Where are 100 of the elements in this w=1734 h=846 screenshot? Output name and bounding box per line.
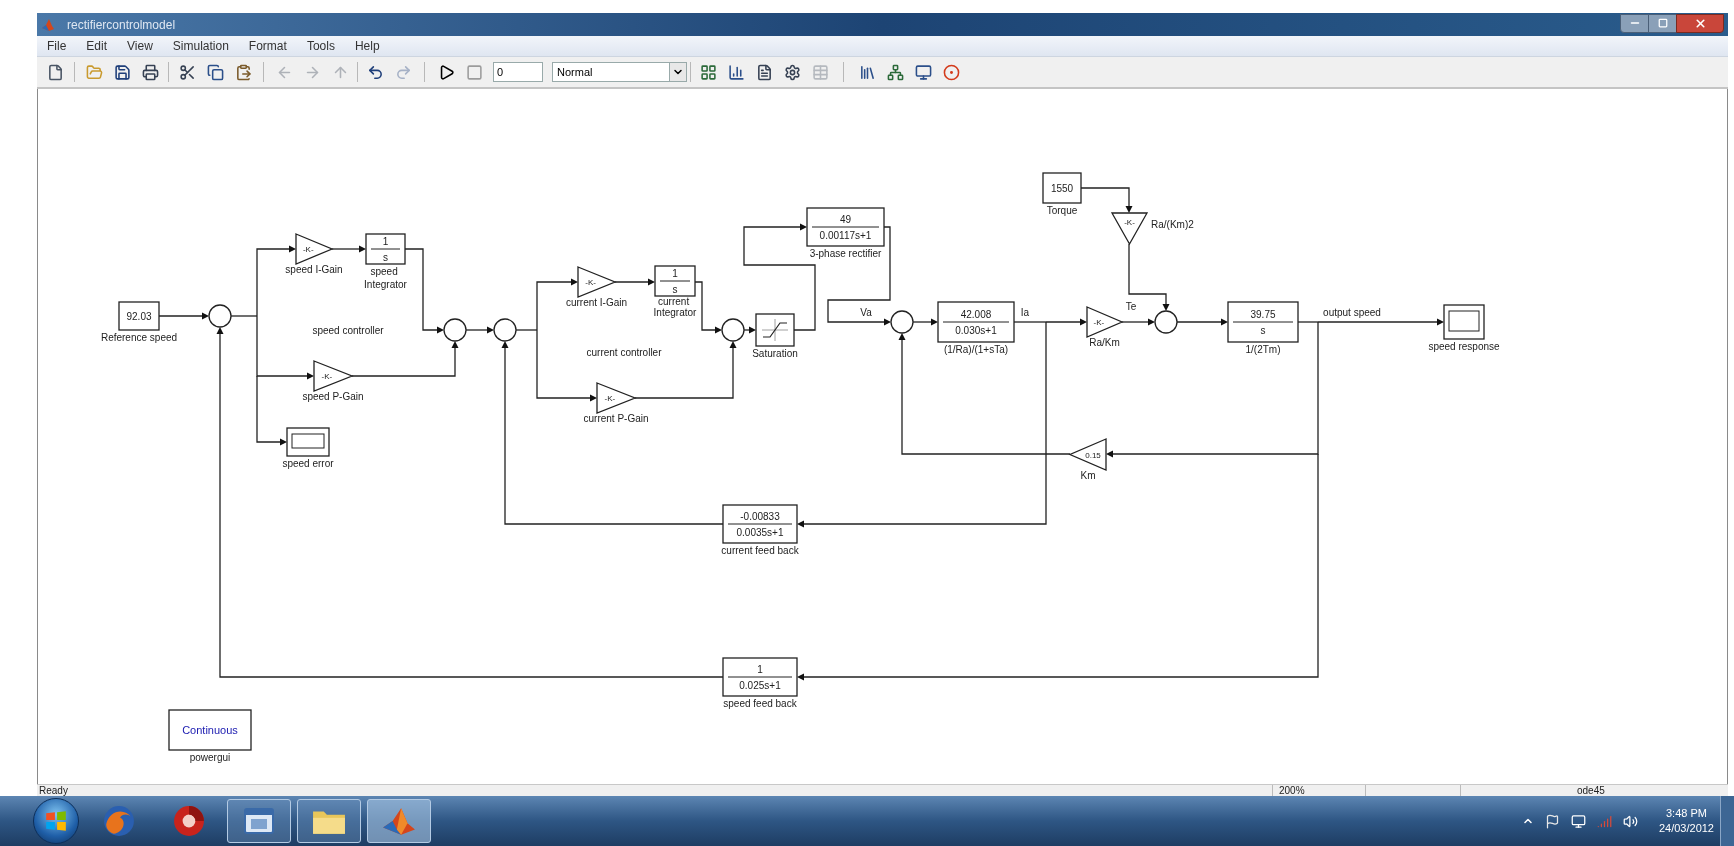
block-label: speed Integrator [364, 266, 407, 290]
signal-line [1080, 187, 1133, 213]
block-label: speed I-Gain [285, 264, 343, 275]
gain-block[interactable] [1086, 306, 1124, 338]
gain-block[interactable] [1068, 438, 1107, 471]
sum-block[interactable] [208, 304, 232, 328]
sum-block[interactable] [721, 318, 745, 342]
gain-value: -K- [585, 278, 596, 287]
block-label: Ra/Km [1089, 337, 1120, 348]
matlab-app-button[interactable] [367, 799, 431, 843]
constant-block[interactable] [1042, 172, 1082, 204]
menu-item[interactable]: View [117, 37, 163, 55]
signal-line [614, 278, 655, 286]
gain-block[interactable] [295, 233, 334, 265]
block-label: speed error [282, 458, 334, 469]
sum-block[interactable] [443, 318, 467, 342]
zoom-level-text: 200% [1279, 785, 1305, 796]
signal-label: Va [860, 307, 872, 318]
signal-label: output speed [1323, 307, 1381, 318]
maximize-button[interactable] [1649, 13, 1676, 33]
settings-icon [783, 63, 801, 81]
block-label: current P-Gain [583, 413, 649, 424]
copy-icon [206, 63, 224, 81]
denominator-text: s [383, 252, 388, 263]
window-app-button[interactable] [227, 799, 291, 843]
minimize-button[interactable] [1620, 13, 1649, 33]
denominator-text: s [1260, 325, 1266, 336]
undo-icon [366, 63, 384, 81]
chart-icon [727, 63, 745, 81]
globe-icon [103, 805, 135, 837]
target-icon [942, 63, 960, 81]
gain-block[interactable] [596, 382, 637, 414]
clipboard-icon [234, 63, 252, 81]
block-label: current I-Gain [565, 297, 628, 308]
sum-block[interactable] [1154, 310, 1178, 334]
numerator-text: 1 [757, 664, 763, 675]
transfer-function-block[interactable] [722, 657, 798, 697]
block-label: Reference speed [100, 332, 178, 343]
numerator-text: 39.75 [1250, 309, 1276, 320]
network-icon[interactable] [1570, 813, 1586, 829]
numerator-text: 1 [672, 268, 678, 279]
sum-block[interactable] [493, 318, 517, 342]
clock-time[interactable]: 3:48 PM [1666, 806, 1707, 821]
transfer-function-block[interactable] [1227, 301, 1299, 343]
scope-block[interactable] [1443, 304, 1485, 340]
gain-block[interactable] [313, 360, 354, 392]
monitor-icon [914, 63, 932, 81]
folder-icon [85, 63, 103, 81]
transfer-function-block[interactable] [722, 504, 798, 544]
scope-block[interactable] [286, 427, 330, 457]
menu-item[interactable]: Simulation [162, 37, 239, 55]
menu-item[interactable]: Edit [76, 37, 118, 55]
numerator-text: -0.00833 [740, 511, 780, 522]
redo-icon [394, 63, 412, 81]
menu-item[interactable]: Help [344, 37, 390, 55]
block-label: Saturation [752, 348, 798, 359]
file-icon [46, 63, 64, 81]
speaker-icon[interactable] [1622, 813, 1638, 829]
flag-icon[interactable] [1544, 813, 1560, 829]
block-label: 3-phase rectifier [809, 248, 882, 259]
numerator-text: 1 [382, 236, 389, 247]
stop-time-field[interactable]: 0 [493, 62, 543, 82]
gain-block[interactable] [1110, 212, 1149, 246]
simulation-mode-dropdown[interactable]: Normal [552, 62, 687, 82]
numerator-text: 49 [839, 214, 852, 225]
block-label: speed P-Gain [302, 391, 364, 402]
hierarchy-icon [886, 63, 904, 81]
powergui-block[interactable] [168, 709, 252, 751]
close-button[interactable] [1676, 13, 1724, 33]
sum-block[interactable] [890, 310, 914, 334]
constant-block[interactable] [118, 301, 160, 331]
block-label: speed response [1428, 341, 1500, 352]
saturation-block[interactable] [755, 313, 795, 347]
clock-date[interactable]: 24/03/2012 [1658, 821, 1714, 836]
menu-item[interactable]: Tools [296, 37, 345, 55]
folder-app-button[interactable] [297, 799, 361, 843]
integrator-block[interactable] [365, 233, 406, 265]
denominator-text: 0.025s+1 [739, 680, 781, 691]
start-button[interactable] [33, 798, 79, 844]
integrator-block[interactable] [654, 265, 696, 297]
transfer-function-block[interactable] [937, 301, 1015, 343]
books-icon [858, 63, 876, 81]
annotation-text: current controller [586, 347, 662, 358]
transfer-function-block[interactable] [806, 207, 885, 247]
denominator-text: 0.00117s+1 [819, 230, 872, 241]
block-label: Ra/(Km)2 [1151, 218, 1194, 230]
signal-line [331, 245, 366, 253]
denominator-text: 0.030s+1 [955, 325, 997, 336]
grid-icon [699, 63, 717, 81]
document-icon [755, 63, 773, 81]
signal-line [1128, 243, 1170, 311]
table-icon [811, 63, 829, 81]
maximize-icon [1657, 18, 1668, 28]
window-icon [244, 808, 274, 834]
menu-item[interactable]: Format [238, 37, 297, 55]
block-label: Km [1080, 470, 1096, 481]
status-text: Ready [39, 785, 68, 796]
gain-block[interactable] [577, 266, 617, 298]
annotation-text: speed controller [312, 325, 384, 336]
menu-item[interactable]: File [37, 37, 77, 55]
